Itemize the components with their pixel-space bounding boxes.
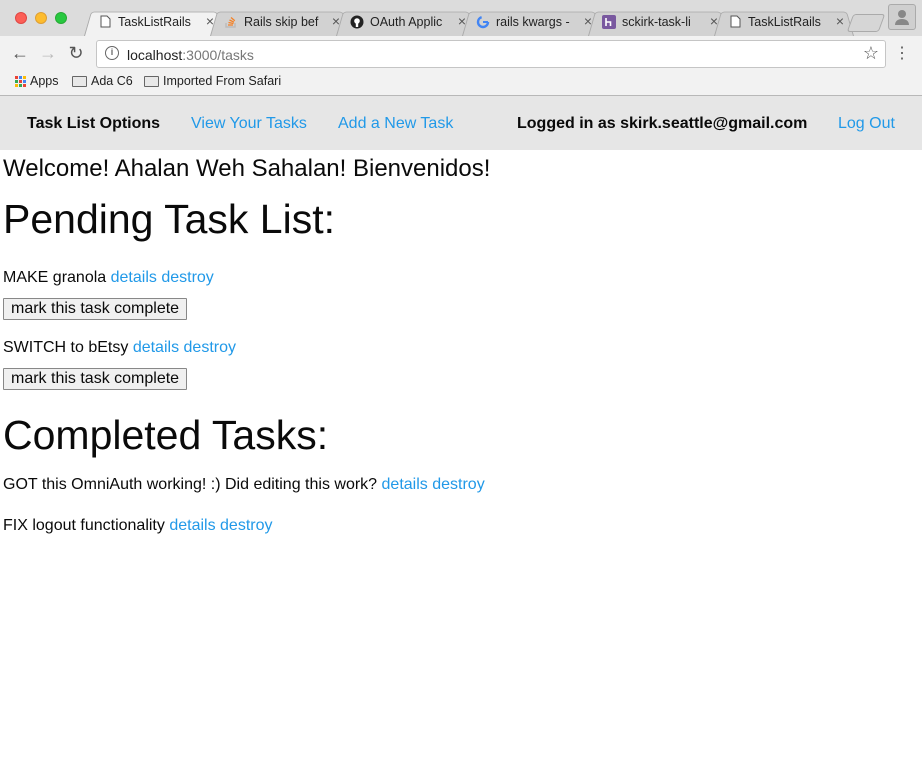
person-icon bbox=[895, 10, 909, 25]
info-icon[interactable]: i bbox=[105, 46, 119, 60]
bookmark-label: Imported From Safari bbox=[163, 74, 282, 88]
browser-tab[interactable]: OAuth Applic × bbox=[336, 8, 476, 36]
pending-heading: Pending Task List: bbox=[3, 196, 336, 242]
task-item: MAKE granola details destroy bbox=[3, 268, 913, 288]
new-tab-button[interactable] bbox=[846, 14, 886, 32]
url-text[interactable]: localhost:3000/tasks bbox=[127, 47, 254, 63]
folder-icon bbox=[72, 75, 87, 87]
main-content: Welcome! Ahalan Weh Sahalan! Bienvenidos… bbox=[3, 150, 913, 536]
top-bar: Task List Options View Your Tasks Add a … bbox=[0, 96, 922, 150]
destroy-link[interactable]: destroy bbox=[220, 517, 272, 534]
back-arrow-icon[interactable]: ← bbox=[10, 43, 30, 63]
browser-toolbar: ← → ↻ i localhost:3000/tasks ☆ ⋮ bbox=[0, 36, 922, 70]
task-name: GOT this OmniAuth working! :) Did editin… bbox=[3, 476, 378, 493]
folder-icon bbox=[144, 75, 159, 87]
bookmark-label: Apps bbox=[30, 74, 59, 88]
bookmark-apps[interactable]: Apps bbox=[15, 74, 59, 88]
completed-heading: Completed Tasks: bbox=[3, 412, 329, 458]
tab-strip: TaskListRails × Rails skip bef × OAuth A… bbox=[0, 0, 922, 36]
logout-link[interactable]: Log Out bbox=[838, 115, 895, 133]
task-item: GOT this OmniAuth working! :) Did editin… bbox=[3, 475, 913, 495]
menu-dots-icon[interactable]: ⋮ bbox=[894, 43, 910, 63]
bookmark-imported-from-safari[interactable]: Imported From Safari bbox=[144, 74, 281, 88]
reload-icon[interactable]: ↻ bbox=[66, 43, 86, 63]
add-task-link[interactable]: Add a New Task bbox=[338, 115, 453, 133]
details-link[interactable]: details bbox=[382, 476, 428, 493]
tab-title: TaskListRails bbox=[748, 15, 821, 29]
tab-title: rails kwargs - bbox=[496, 15, 570, 29]
task-item: FIX logout functionality details destroy bbox=[3, 516, 913, 536]
details-link[interactable]: details bbox=[133, 339, 179, 356]
logged-in-user: Logged in as skirk.seattle@gmail.com bbox=[517, 115, 808, 132]
destroy-link[interactable]: destroy bbox=[432, 476, 484, 493]
minimize-window-button[interactable] bbox=[35, 12, 47, 24]
destroy-link[interactable]: destroy bbox=[161, 269, 213, 286]
browser-tab[interactable]: TaskListRails × bbox=[84, 8, 224, 36]
forward-arrow-icon[interactable]: → bbox=[38, 43, 58, 63]
close-window-button[interactable] bbox=[15, 12, 27, 24]
google-icon bbox=[476, 15, 490, 29]
destroy-link[interactable]: destroy bbox=[184, 339, 236, 356]
browser-tab[interactable]: Rails skip bef × bbox=[210, 8, 350, 36]
mark-complete-button[interactable]: mark this task complete bbox=[3, 298, 188, 320]
address-bar[interactable]: i localhost:3000/tasks ☆ bbox=[96, 40, 886, 68]
welcome-message: Welcome! Ahalan Weh Sahalan! Bienvenidos… bbox=[3, 155, 491, 182]
details-link[interactable]: details bbox=[169, 517, 215, 534]
browser-tab[interactable]: rails kwargs - × bbox=[462, 8, 602, 36]
task-name: SWITCH to bEtsy bbox=[3, 339, 129, 356]
apps-grid-icon bbox=[15, 75, 26, 87]
tab-title: OAuth Applic bbox=[370, 15, 443, 29]
bookmarks-bar: Apps Ada C6 Imported From Safari bbox=[0, 70, 922, 95]
task-item: SWITCH to bEtsy details destroy bbox=[3, 338, 913, 358]
browser-chrome: TaskListRails × Rails skip bef × OAuth A… bbox=[0, 0, 922, 96]
profile-button[interactable] bbox=[888, 4, 916, 30]
task-name: FIX logout functionality bbox=[3, 517, 165, 534]
bookmark-ada-c6[interactable]: Ada C6 bbox=[72, 74, 133, 88]
view-tasks-link[interactable]: View Your Tasks bbox=[191, 115, 307, 133]
web-page: Task List Options View Your Tasks Add a … bbox=[0, 96, 922, 776]
tab-title: sckirk-task-li bbox=[622, 15, 691, 29]
browser-tab[interactable]: sckirk-task-li × bbox=[588, 8, 728, 36]
document-icon bbox=[728, 15, 742, 29]
heroku-icon bbox=[602, 15, 616, 29]
github-icon bbox=[350, 15, 364, 29]
close-tab-icon[interactable]: × bbox=[836, 13, 844, 29]
maximize-window-button[interactable] bbox=[55, 12, 67, 24]
stackoverflow-icon bbox=[224, 15, 238, 29]
details-link[interactable]: details bbox=[111, 269, 157, 286]
tab-title: Rails skip bef bbox=[244, 15, 319, 29]
mark-complete-button[interactable]: mark this task complete bbox=[3, 368, 188, 390]
browser-tab[interactable]: TaskListRails × bbox=[714, 8, 854, 36]
document-icon bbox=[98, 15, 112, 29]
nav-brand: Task List Options bbox=[27, 115, 161, 132]
bookmark-star-icon[interactable]: ☆ bbox=[863, 43, 879, 64]
task-name: MAKE granola bbox=[3, 269, 107, 286]
tab-title: TaskListRails bbox=[118, 15, 191, 29]
bookmark-label: Ada C6 bbox=[91, 74, 133, 88]
